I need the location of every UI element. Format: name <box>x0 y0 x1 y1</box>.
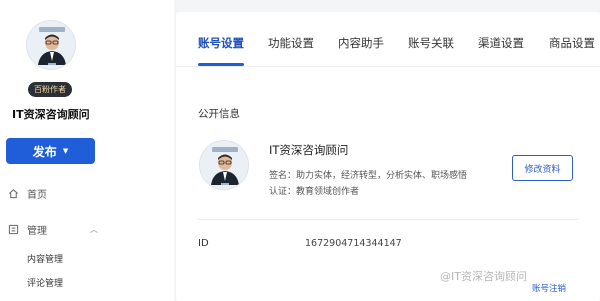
manage-icon <box>8 224 19 235</box>
settings-panel: 账号设置 功能设置 内容助手 账号关联 渠道设置 商品设置 公开信息 IT资深咨… <box>176 12 600 301</box>
home-icon <box>9 189 18 199</box>
watermark: @IT资深咨询顾问 <box>440 270 527 283</box>
publish-button[interactable]: 发布 ▼ <box>6 138 95 164</box>
main-area: 账号设置 功能设置 内容助手 账号关联 渠道设置 商品设置 公开信息 IT资深咨… <box>174 0 600 301</box>
nav-item-manage[interactable]: 管理 ︿ <box>8 222 98 237</box>
avatar-image <box>27 21 75 69</box>
nav-home-label: 首页 <box>27 190 47 201</box>
id-value: 1672904714344147 <box>305 238 402 249</box>
avatar[interactable] <box>26 20 76 70</box>
tab-channel-settings[interactable]: 渠道设置 <box>478 35 524 51</box>
cancel-account-link[interactable]: 账号注销 <box>532 282 566 294</box>
caret-down-icon: ▼ <box>62 147 69 155</box>
nav-item-home[interactable]: 首页 <box>8 186 47 201</box>
sidebar-item-comment-manage[interactable]: 评论管理 <box>27 276 63 289</box>
publish-label: 发布 <box>32 144 57 159</box>
tab-content-assistant[interactable]: 内容助手 <box>338 35 384 51</box>
role-badge: 百粉作者 <box>28 82 72 97</box>
chevron-up-icon: ︿ <box>90 225 98 234</box>
id-label: ID <box>198 238 209 249</box>
sidebar-item-content-manage[interactable]: 内容管理 <box>27 252 63 265</box>
active-tab-indicator <box>198 63 244 66</box>
tab-product-settings[interactable]: 商品设置 <box>549 35 595 51</box>
profile-signature: 签名：助力实体，经济转型，分析实体、职场感悟 <box>269 171 468 181</box>
tab-bar: 账号设置 功能设置 内容助手 账号关联 渠道设置 商品设置 <box>176 12 600 67</box>
profile-certification: 认证：教育领域创作者 <box>269 187 360 197</box>
profile-name: IT资深咨询顾问 <box>269 143 349 157</box>
profile-avatar-image <box>200 141 248 189</box>
edit-profile-button[interactable]: 修改资料 <box>512 155 573 181</box>
sidebar: 百粉作者 IT资深咨询顾问 发布 ▼ 首页 管理 ︿ 内容管理 评论管理 <box>0 0 174 301</box>
profile-avatar[interactable] <box>199 140 249 190</box>
nav-manage-label: 管理 <box>27 226 47 237</box>
tab-account-settings[interactable]: 账号设置 <box>198 35 244 51</box>
section-title: 公开信息 <box>198 108 240 120</box>
tab-account-link[interactable]: 账号关联 <box>408 35 454 51</box>
tab-function-settings[interactable]: 功能设置 <box>268 35 314 51</box>
account-name: IT资深咨询顾问 <box>12 108 90 121</box>
divider <box>198 219 578 220</box>
